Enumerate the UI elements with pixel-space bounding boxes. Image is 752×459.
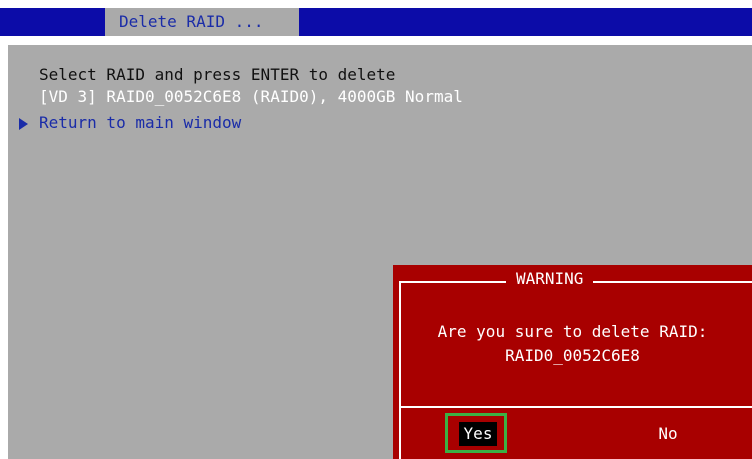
dialog-raid-name: RAID0_0052C6E8	[505, 346, 640, 365]
yes-button[interactable]: Yes	[459, 422, 497, 446]
raid-list-item[interactable]: [VD 3] RAID0_0052C6E8 (RAID0), 4000GB No…	[39, 87, 463, 107]
triangle-right-icon	[19, 118, 28, 130]
return-to-main-link[interactable]: Return to main window	[39, 113, 241, 133]
no-button[interactable]: No	[649, 422, 687, 446]
dialog-message: Are you sure to delete RAID:	[437, 322, 708, 341]
warning-dialog: WARNING Are you sure to delete RAID: RAI…	[393, 265, 752, 459]
dialog-title: WARNING	[506, 268, 594, 290]
instruction-text: Select RAID and press ENTER to delete	[39, 65, 396, 84]
dialog-divider	[399, 406, 752, 408]
page-title: Delete RAID ...	[105, 8, 299, 36]
